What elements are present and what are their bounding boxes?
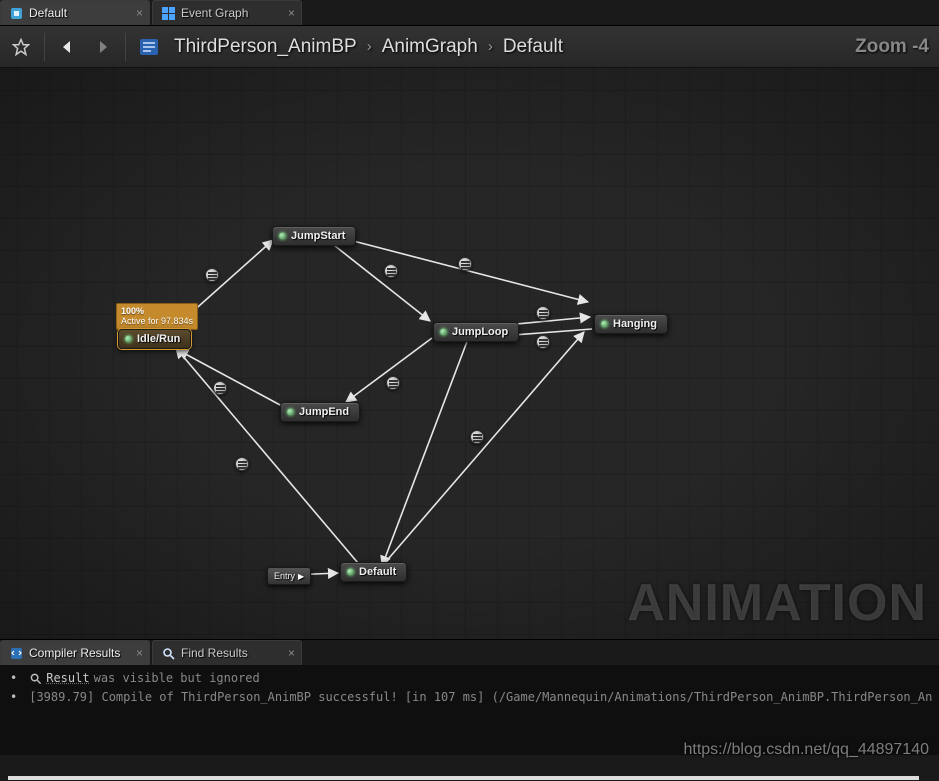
- log-line: • [3989.79] Compile of ThirdPerson_AnimB…: [6, 688, 933, 707]
- transition-rule[interactable]: [235, 457, 249, 471]
- entry-label: Entry: [274, 571, 295, 581]
- eventgraph-icon: [161, 6, 175, 20]
- state-label: Hanging: [613, 318, 657, 330]
- output-tabs: Compiler Results × Find Results ×: [0, 639, 939, 665]
- bullet-icon: •: [6, 688, 25, 707]
- breadcrumb-anim[interactable]: AnimGraph: [382, 36, 478, 58]
- blueprint-icon[interactable]: [134, 32, 164, 62]
- log-line: • Result was visible but ignored: [6, 669, 933, 688]
- separator: [125, 33, 126, 61]
- tab-label: Event Graph: [181, 6, 248, 20]
- zoom-indicator: Zoom -4: [855, 36, 933, 58]
- log-result-link[interactable]: Result: [46, 669, 89, 688]
- tab-eventgraph[interactable]: Event Graph ×: [152, 0, 302, 25]
- breadcrumb-root[interactable]: ThirdPerson_AnimBP: [174, 36, 357, 58]
- breadcrumb: ThirdPerson_AnimBP › AnimGraph › Default: [174, 36, 563, 58]
- entry-node[interactable]: Entry ▶: [267, 567, 311, 585]
- tooltip-percent: 100%: [121, 306, 193, 316]
- breadcrumb-leaf[interactable]: Default: [503, 36, 563, 58]
- search-icon: [161, 646, 175, 660]
- graph-canvas[interactable]: 100% Active for 97.834s Idle/Run JumpSta…: [0, 68, 939, 639]
- state-label: Default: [359, 566, 396, 578]
- state-jumploop[interactable]: JumpLoop: [433, 322, 519, 342]
- state-label: JumpStart: [291, 230, 345, 242]
- transition-rule[interactable]: [213, 381, 227, 395]
- state-idle-run[interactable]: Idle/Run: [118, 329, 191, 349]
- state-label: JumpEnd: [299, 406, 349, 418]
- transition-rule[interactable]: [205, 268, 219, 282]
- tab-label: Find Results: [181, 646, 248, 660]
- graph-type-watermark: ANIMATION: [627, 573, 927, 633]
- state-dot-icon: [440, 329, 447, 336]
- tab-label: Compiler Results: [29, 646, 120, 660]
- log-text: was visible but ignored: [94, 669, 260, 688]
- graph-tabs: Default × Event Graph ×: [0, 0, 939, 26]
- state-dot-icon: [601, 321, 608, 328]
- close-icon[interactable]: ×: [136, 7, 143, 19]
- log-text: [3989.79] Compile of ThirdPerson_AnimBP …: [29, 688, 933, 707]
- state-default[interactable]: Default: [340, 562, 407, 582]
- state-hanging[interactable]: Hanging: [594, 314, 668, 334]
- nav-back-button[interactable]: [53, 32, 83, 62]
- transition-rule[interactable]: [536, 335, 550, 349]
- state-label: Idle/Run: [137, 333, 180, 345]
- transition-rule[interactable]: [536, 306, 550, 320]
- bullet-icon: •: [6, 669, 25, 688]
- footer-bar: [0, 776, 939, 781]
- transition-rule[interactable]: [470, 430, 484, 444]
- state-dot-icon: [347, 569, 354, 576]
- tooltip-active: Active for 97.834s: [121, 316, 193, 326]
- tab-find-results[interactable]: Find Results ×: [152, 640, 302, 665]
- transition-rule[interactable]: [458, 257, 472, 271]
- state-jumpend[interactable]: JumpEnd: [280, 402, 360, 422]
- state-dot-icon: [287, 409, 294, 416]
- state-jumpstart[interactable]: JumpStart: [272, 226, 356, 246]
- tab-label: Default: [29, 6, 67, 20]
- state-dot-icon: [279, 233, 286, 240]
- play-icon: ▶: [298, 572, 304, 581]
- search-icon: [29, 672, 42, 685]
- chevron-right-icon: ›: [367, 38, 372, 55]
- state-dot-icon: [125, 336, 132, 343]
- compile-icon: [9, 646, 23, 660]
- chevron-right-icon: ›: [488, 38, 493, 55]
- nav-forward-button[interactable]: [87, 32, 117, 62]
- transition-rule[interactable]: [384, 264, 398, 278]
- transition-rule[interactable]: [386, 376, 400, 390]
- separator: [44, 33, 45, 61]
- close-icon[interactable]: ×: [136, 647, 143, 659]
- statemachine-icon: [9, 6, 23, 20]
- tab-default[interactable]: Default ×: [0, 0, 150, 25]
- graph-toolbar: ThirdPerson_AnimBP › AnimGraph › Default…: [0, 26, 939, 68]
- state-label: JumpLoop: [452, 326, 508, 338]
- tab-compiler-results[interactable]: Compiler Results ×: [0, 640, 150, 665]
- close-icon[interactable]: ×: [288, 647, 295, 659]
- search-input[interactable]: [8, 776, 919, 780]
- close-icon[interactable]: ×: [288, 7, 295, 19]
- source-watermark: https://blog.csdn.net/qq_44897140: [683, 741, 929, 759]
- favorite-button[interactable]: [6, 32, 36, 62]
- state-tooltip: 100% Active for 97.834s: [116, 303, 198, 330]
